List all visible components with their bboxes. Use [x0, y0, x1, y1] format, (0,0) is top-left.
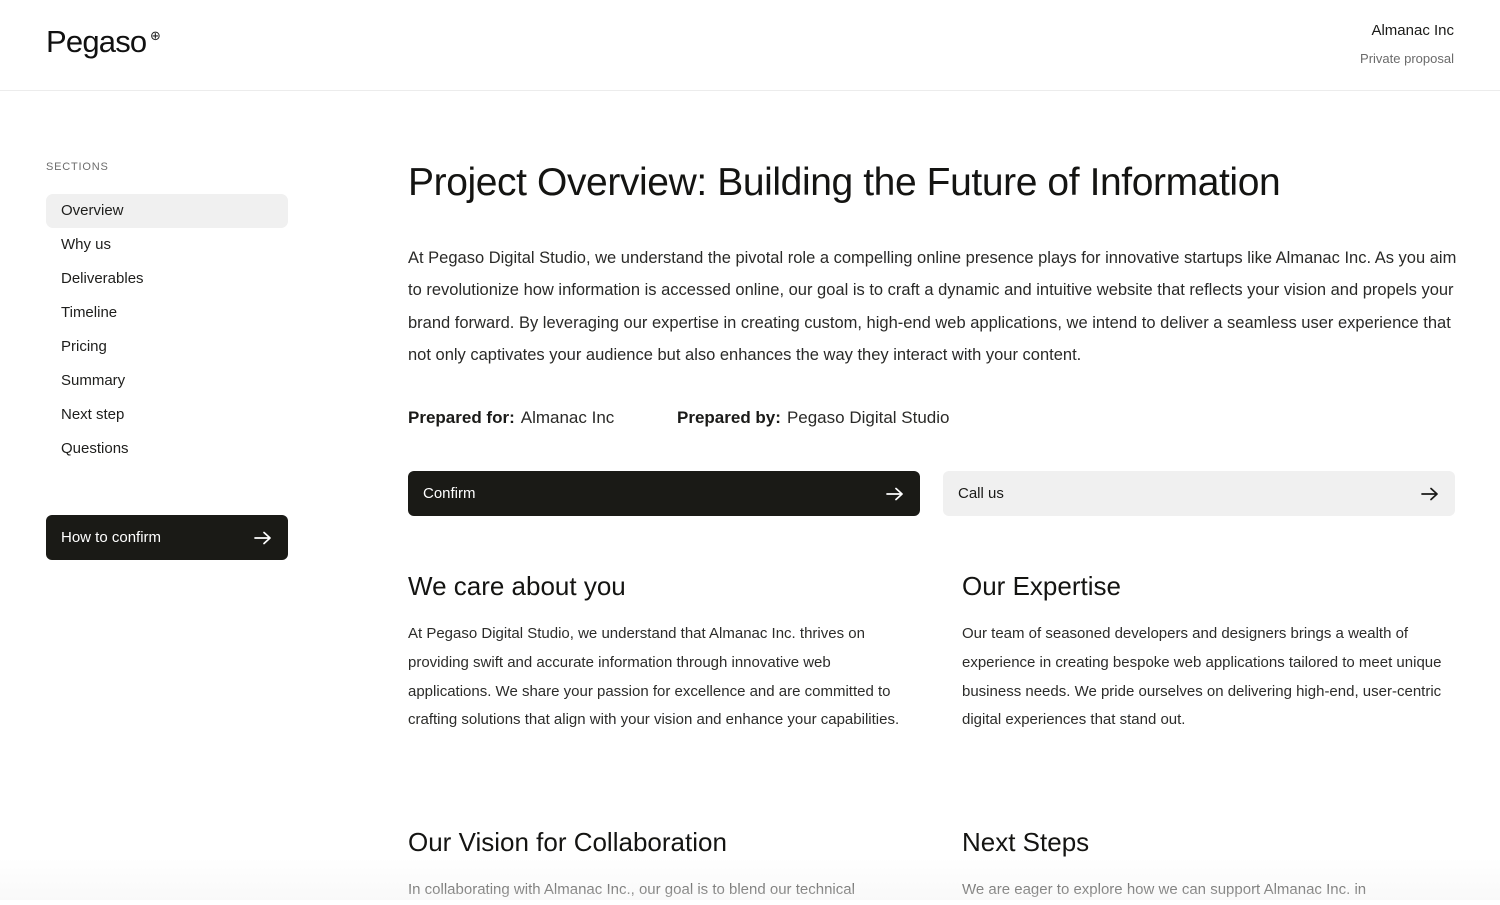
sidebar-item-why-us[interactable]: Why us: [46, 228, 288, 262]
call-us-button-label: Call us: [958, 485, 1004, 502]
prepared-for-label: Prepared for:: [408, 408, 515, 427]
section-body: We are eager to explore how we can suppo…: [962, 881, 1367, 898]
sidebar-nav: Overview Why us Deliverables Timeline Pr…: [46, 194, 288, 466]
how-to-confirm-label: How to confirm: [61, 529, 162, 546]
section-body: Our team of seasoned developers and desi…: [962, 625, 1442, 729]
section-title: Next Steps: [962, 827, 1090, 857]
arrow-right-icon: [886, 487, 903, 500]
section-body: In collaborating with Almanac Inc., our …: [408, 881, 855, 898]
main-content: Project Overview: Building the Future of…: [408, 158, 1456, 898]
section-title: Our Expertise: [962, 571, 1121, 601]
sidebar-item-next-step[interactable]: Next step: [46, 398, 288, 432]
logo-mark-icon: ⊕: [150, 28, 161, 43]
confirm-button-label: Confirm: [423, 485, 476, 502]
sidebar-item-summary[interactable]: Summary: [46, 364, 288, 398]
prepared-for-value: Almanac Inc: [520, 408, 615, 427]
confirm-button[interactable]: Confirm: [408, 471, 920, 516]
section-title: Our Vision for Collaboration: [408, 827, 727, 857]
page-header: Pegaso ⊕ Almanac Inc Private proposal: [0, 0, 1500, 91]
section-vision-collaboration: Our Vision for Collaboration In collabor…: [408, 824, 903, 905]
client-name: Almanac Inc: [1371, 22, 1454, 39]
prepared-by-value: Pegaso Digital Studio: [786, 408, 950, 427]
logo[interactable]: Pegaso: [46, 24, 147, 60]
section-body: At Pegaso Digital Studio, we understand …: [408, 625, 900, 729]
section-next-steps: Next Steps We are eager to explore how w…: [962, 824, 1457, 905]
section-title: We care about you: [408, 571, 626, 601]
arrow-right-icon: [1421, 487, 1438, 500]
sidebar-item-overview[interactable]: Overview: [46, 194, 288, 228]
section-we-care: We care about you At Pegaso Digital Stud…: [408, 568, 903, 735]
sidebar-item-questions[interactable]: Questions: [46, 432, 288, 466]
prepared-by: Prepared by: Pegaso Digital Studio: [677, 408, 949, 428]
sidebar-item-timeline[interactable]: Timeline: [46, 296, 288, 330]
prepared-by-label: Prepared by:: [677, 408, 781, 427]
arrow-right-icon: [254, 531, 271, 544]
call-us-button[interactable]: Call us: [943, 471, 1455, 516]
prepared-info: Prepared for: Almanac Inc Prepared by: Peg…: [408, 408, 949, 428]
sidebar: SECTIONS Overview Why us Deliverables Ti…: [46, 158, 288, 457]
intro-paragraph: At Pegaso Digital Studio, we understand …: [408, 249, 1457, 364]
sidebar-item-deliverables[interactable]: Deliverables: [46, 262, 288, 296]
section-our-expertise: Our Expertise Our team of seasoned devel…: [962, 568, 1457, 735]
how-to-confirm-button[interactable]: How to confirm: [46, 515, 288, 560]
client-subtitle: Private proposal: [1360, 51, 1454, 66]
page-title: Project Overview: Building the Future of…: [408, 161, 1281, 204]
sections-label: SECTIONS: [46, 161, 109, 173]
prepared-for: Prepared for: Almanac Inc: [408, 408, 614, 427]
sidebar-item-pricing[interactable]: Pricing: [46, 330, 288, 364]
